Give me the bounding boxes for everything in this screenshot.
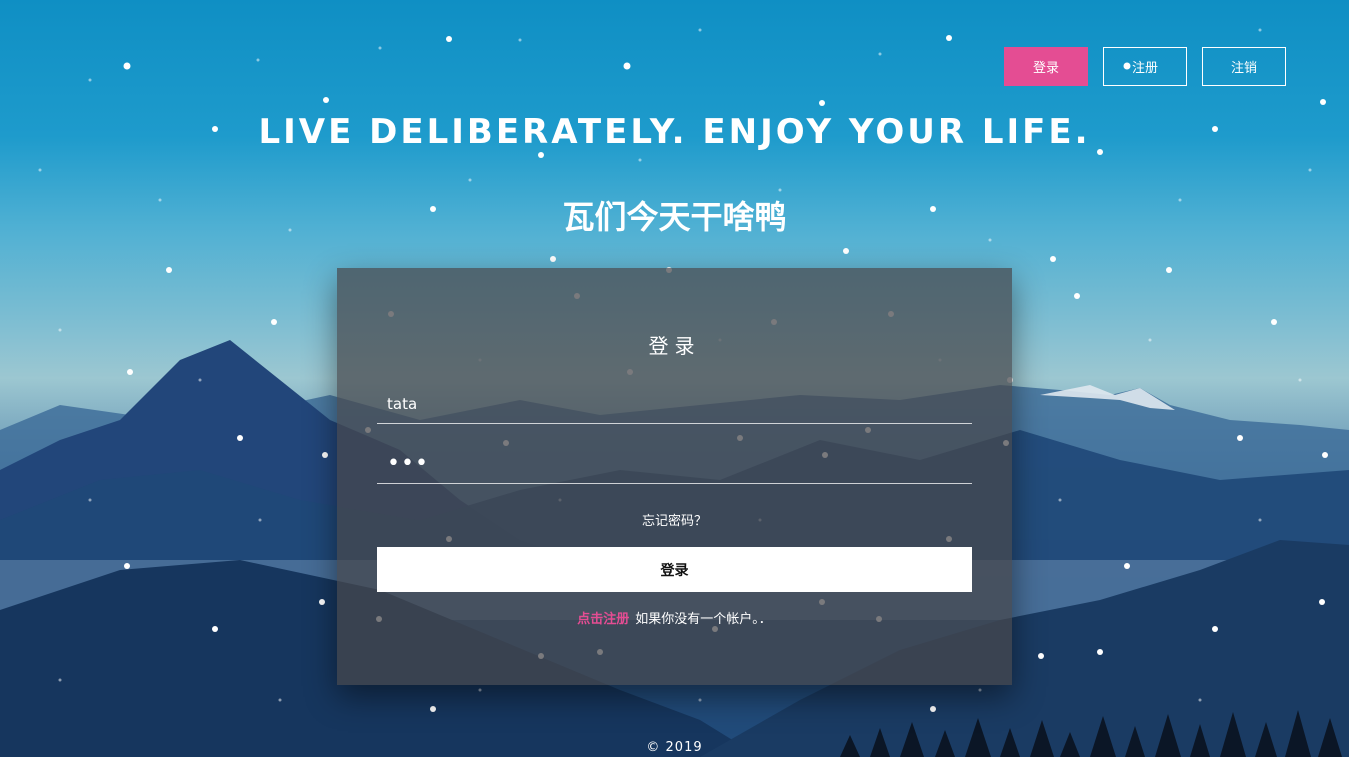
login-form-title: 登录 (648, 334, 701, 358)
register-hint-text: 如果你没有一个帐户。． (635, 612, 772, 627)
login-form-panel: 登录 忘记密码？ 登录 点击注册如果你没有一个帐户。． (337, 268, 1012, 685)
footer-copyright: © 2019 (646, 740, 703, 755)
register-link[interactable]: 点击注册 (577, 612, 629, 627)
username-input[interactable] (377, 384, 972, 423)
nav-logout-button[interactable]: 注销 (1202, 47, 1286, 86)
hero-subline: 瓦们今天干啥鸭 (562, 198, 787, 236)
hero-headline: LIVE DELIBERATELY. ENJOY YOUR LIFE. (258, 112, 1091, 152)
password-field-wrapper (377, 444, 972, 484)
nav-login-button[interactable]: 登录 (1004, 47, 1088, 86)
nav-register-button[interactable]: 注册 (1103, 47, 1187, 86)
password-input[interactable] (377, 444, 972, 483)
username-field-wrapper (377, 384, 972, 424)
login-submit-button[interactable]: 登录 (377, 547, 972, 592)
login-page: 登录 注册 注销 LIVE DELIBERATELY. ENJOY YOUR L… (0, 0, 1349, 757)
forgot-password-link[interactable]: 忘记密码？ (337, 510, 1012, 529)
top-nav: 登录 注册 注销 (1004, 47, 1286, 86)
register-prompt: 点击注册 如果你没有一个帐户。． (337, 608, 1012, 627)
